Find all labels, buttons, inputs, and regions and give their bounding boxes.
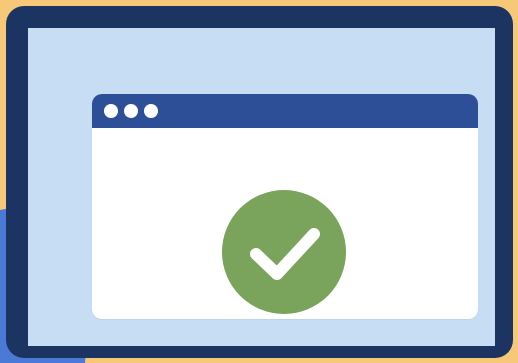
window-dot-icon [124, 104, 138, 118]
monitor-screen [28, 28, 495, 346]
browser-window [92, 94, 478, 319]
window-dot-icon [144, 104, 158, 118]
browser-content [92, 128, 478, 319]
browser-titlebar [92, 94, 478, 128]
monitor-frame [6, 6, 513, 358]
illustration-canvas [0, 0, 518, 363]
window-dot-icon [104, 104, 118, 118]
checkmark-icon [222, 190, 346, 314]
